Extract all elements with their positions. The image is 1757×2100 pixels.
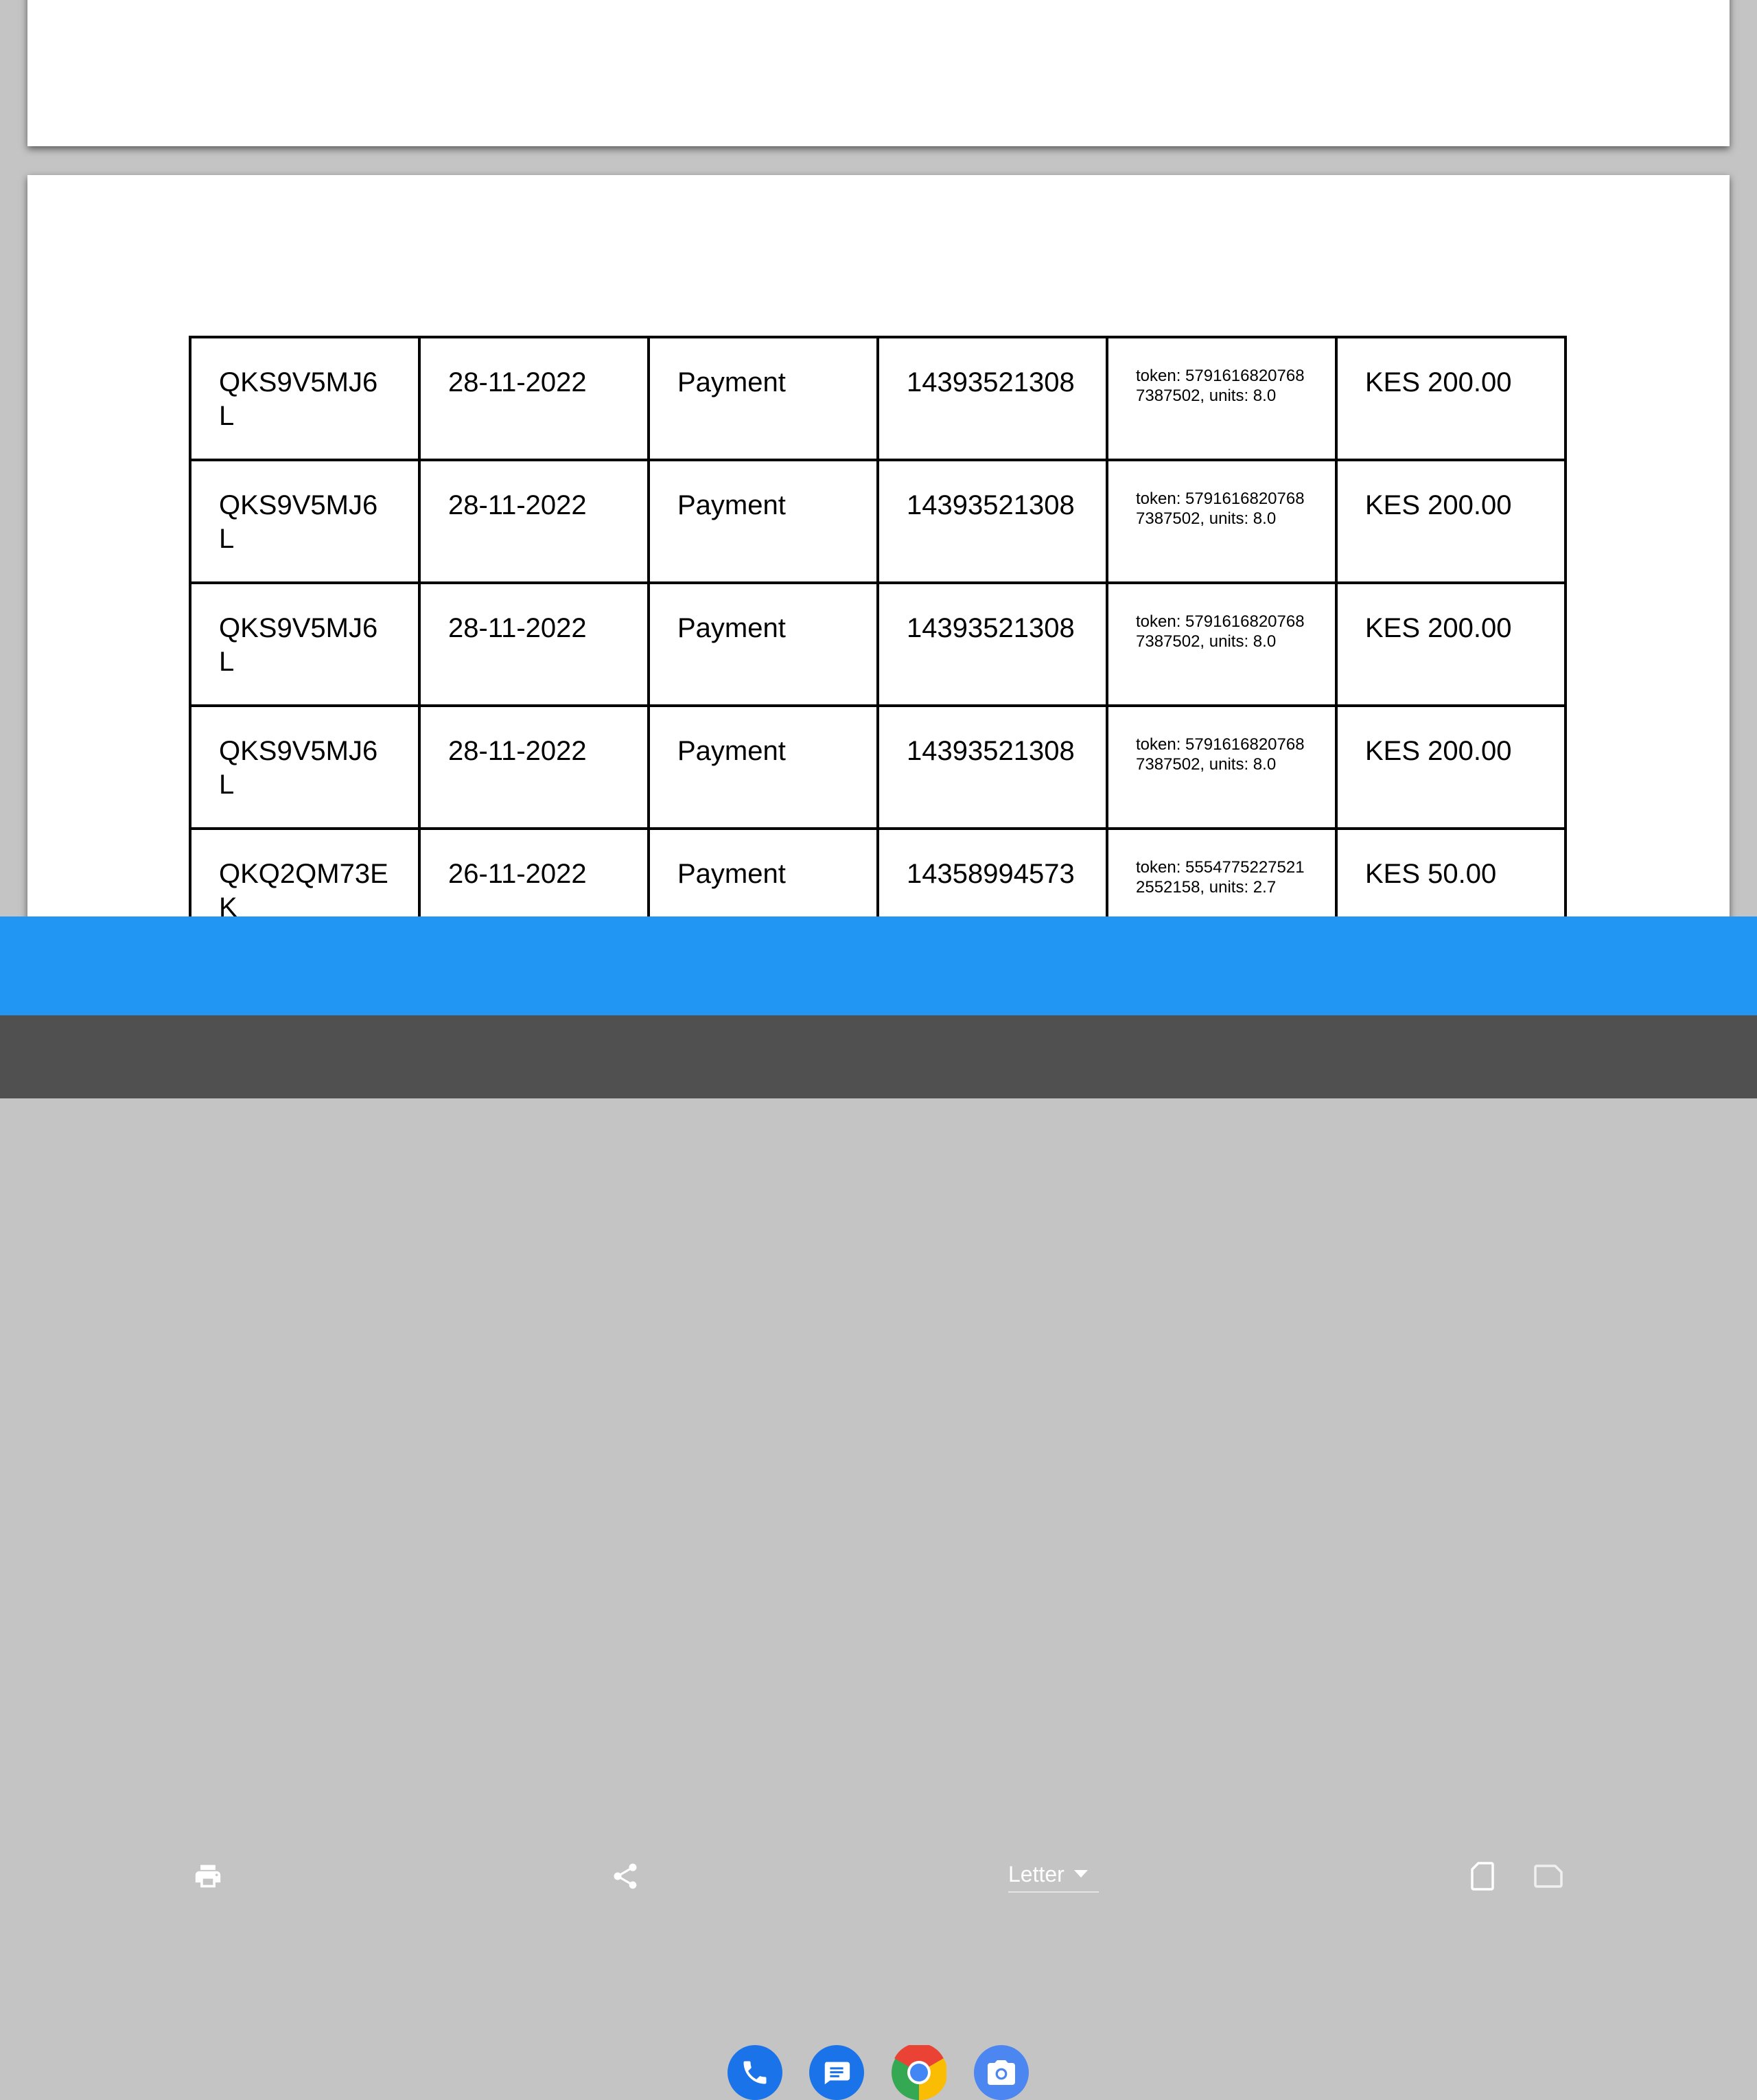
camera-app[interactable] bbox=[974, 2045, 1029, 2100]
cell-details: token: 57916168207687387502, units: 8.0 bbox=[1106, 336, 1338, 461]
preview-page-2: QKS9V5MJ6L 28-11-2022 Payment 14393521308 to… bbox=[27, 175, 1730, 916]
print-toolbar: Letter bbox=[0, 916, 1757, 1893]
cell-details: token: 57916168207687387502, units: 8.0 bbox=[1106, 459, 1338, 584]
cell-amount: KES 200.00 bbox=[1335, 704, 1567, 830]
cell-transaction-code: QKS9V5MJ6L bbox=[189, 336, 421, 461]
cell-account-number: 14393521308 bbox=[876, 581, 1108, 707]
cell-transaction-code: QKS9V5MJ6L bbox=[189, 459, 421, 584]
cell-transaction-code: QKQ2QM73EK bbox=[189, 827, 421, 916]
phone-app[interactable] bbox=[728, 2045, 782, 2100]
cell-details: token: 57916168207687387502, units: 8.0 bbox=[1106, 704, 1338, 830]
cell-amount: KES 50.00 bbox=[1335, 827, 1567, 916]
dropdown-arrow-icon bbox=[1073, 1870, 1088, 1878]
cell-details: token: 57916168207687387502, units: 8.0 bbox=[1106, 581, 1338, 707]
cell-amount: KES 200.00 bbox=[1335, 336, 1567, 461]
landscape-orientation-icon bbox=[1534, 1865, 1563, 1888]
cell-type: Payment bbox=[647, 581, 879, 707]
table-row: QKS9V5MJ6L 28-11-2022 Payment 14393521308 to… bbox=[189, 581, 1567, 707]
landscape-orientation-button[interactable] bbox=[1521, 1849, 1576, 1904]
cell-amount: KES 200.00 bbox=[1335, 581, 1567, 707]
taskbar bbox=[0, 1015, 1757, 2100]
portrait-orientation-icon bbox=[1471, 1862, 1494, 1891]
cell-date: 28-11-2022 bbox=[418, 459, 650, 584]
cell-account-number: 14393521308 bbox=[876, 336, 1108, 461]
cell-date: 28-11-2022 bbox=[418, 704, 650, 830]
printer-icon bbox=[195, 1865, 221, 1888]
share-button[interactable] bbox=[598, 1849, 653, 1904]
cell-type: Payment bbox=[647, 704, 879, 830]
preview-page-1 bbox=[27, 0, 1730, 146]
transactions-table: QKS9V5MJ6L 28-11-2022 Payment 14393521308 to… bbox=[189, 336, 1567, 916]
print-preview-area[interactable]: QKS9V5MJ6L 28-11-2022 Payment 14393521308 to… bbox=[0, 0, 1757, 916]
cell-date: 28-11-2022 bbox=[418, 336, 650, 461]
share-icon bbox=[614, 1863, 637, 1889]
cell-account-number: 14393521308 bbox=[876, 459, 1108, 584]
cell-type: Payment bbox=[647, 827, 879, 916]
phone-icon bbox=[743, 2061, 767, 2084]
cell-details: token: 55547752275212552158, units: 2.7 bbox=[1106, 827, 1338, 916]
paper-size-label: Letter bbox=[1008, 1861, 1064, 1886]
cell-amount: KES 200.00 bbox=[1335, 459, 1567, 584]
table-row: QKS9V5MJ6L 28-11-2022 Payment 14393521308 to… bbox=[189, 459, 1567, 584]
table-row: QKS9V5MJ6L 28-11-2022 Payment 14393521308 to… bbox=[189, 704, 1567, 830]
cell-date: 28-11-2022 bbox=[418, 581, 650, 707]
portrait-orientation-button[interactable] bbox=[1455, 1849, 1510, 1904]
cell-transaction-code: QKS9V5MJ6L bbox=[189, 704, 421, 830]
cell-date: 26-11-2022 bbox=[418, 827, 650, 916]
chrome-icon bbox=[892, 2045, 946, 2100]
table-row: QKS9V5MJ6L 28-11-2022 Payment 14393521308 to… bbox=[189, 336, 1567, 461]
table-row: QKQ2QM73EK 26-11-2022 Payment 14358994573 to… bbox=[189, 827, 1567, 916]
cell-transaction-code: QKS9V5MJ6L bbox=[189, 581, 421, 707]
cell-account-number: 14358994573 bbox=[876, 827, 1108, 916]
cell-type: Payment bbox=[647, 459, 879, 584]
cell-type: Payment bbox=[647, 336, 879, 461]
messages-icon bbox=[824, 2062, 850, 2085]
paper-size-dropdown[interactable]: Letter bbox=[1008, 1857, 1099, 1893]
chrome-app[interactable] bbox=[892, 2045, 946, 2100]
print-button[interactable] bbox=[181, 1849, 235, 1904]
cell-account-number: 14393521308 bbox=[876, 704, 1108, 830]
messages-app[interactable] bbox=[809, 2045, 864, 2100]
camera-icon bbox=[988, 2060, 1015, 2085]
